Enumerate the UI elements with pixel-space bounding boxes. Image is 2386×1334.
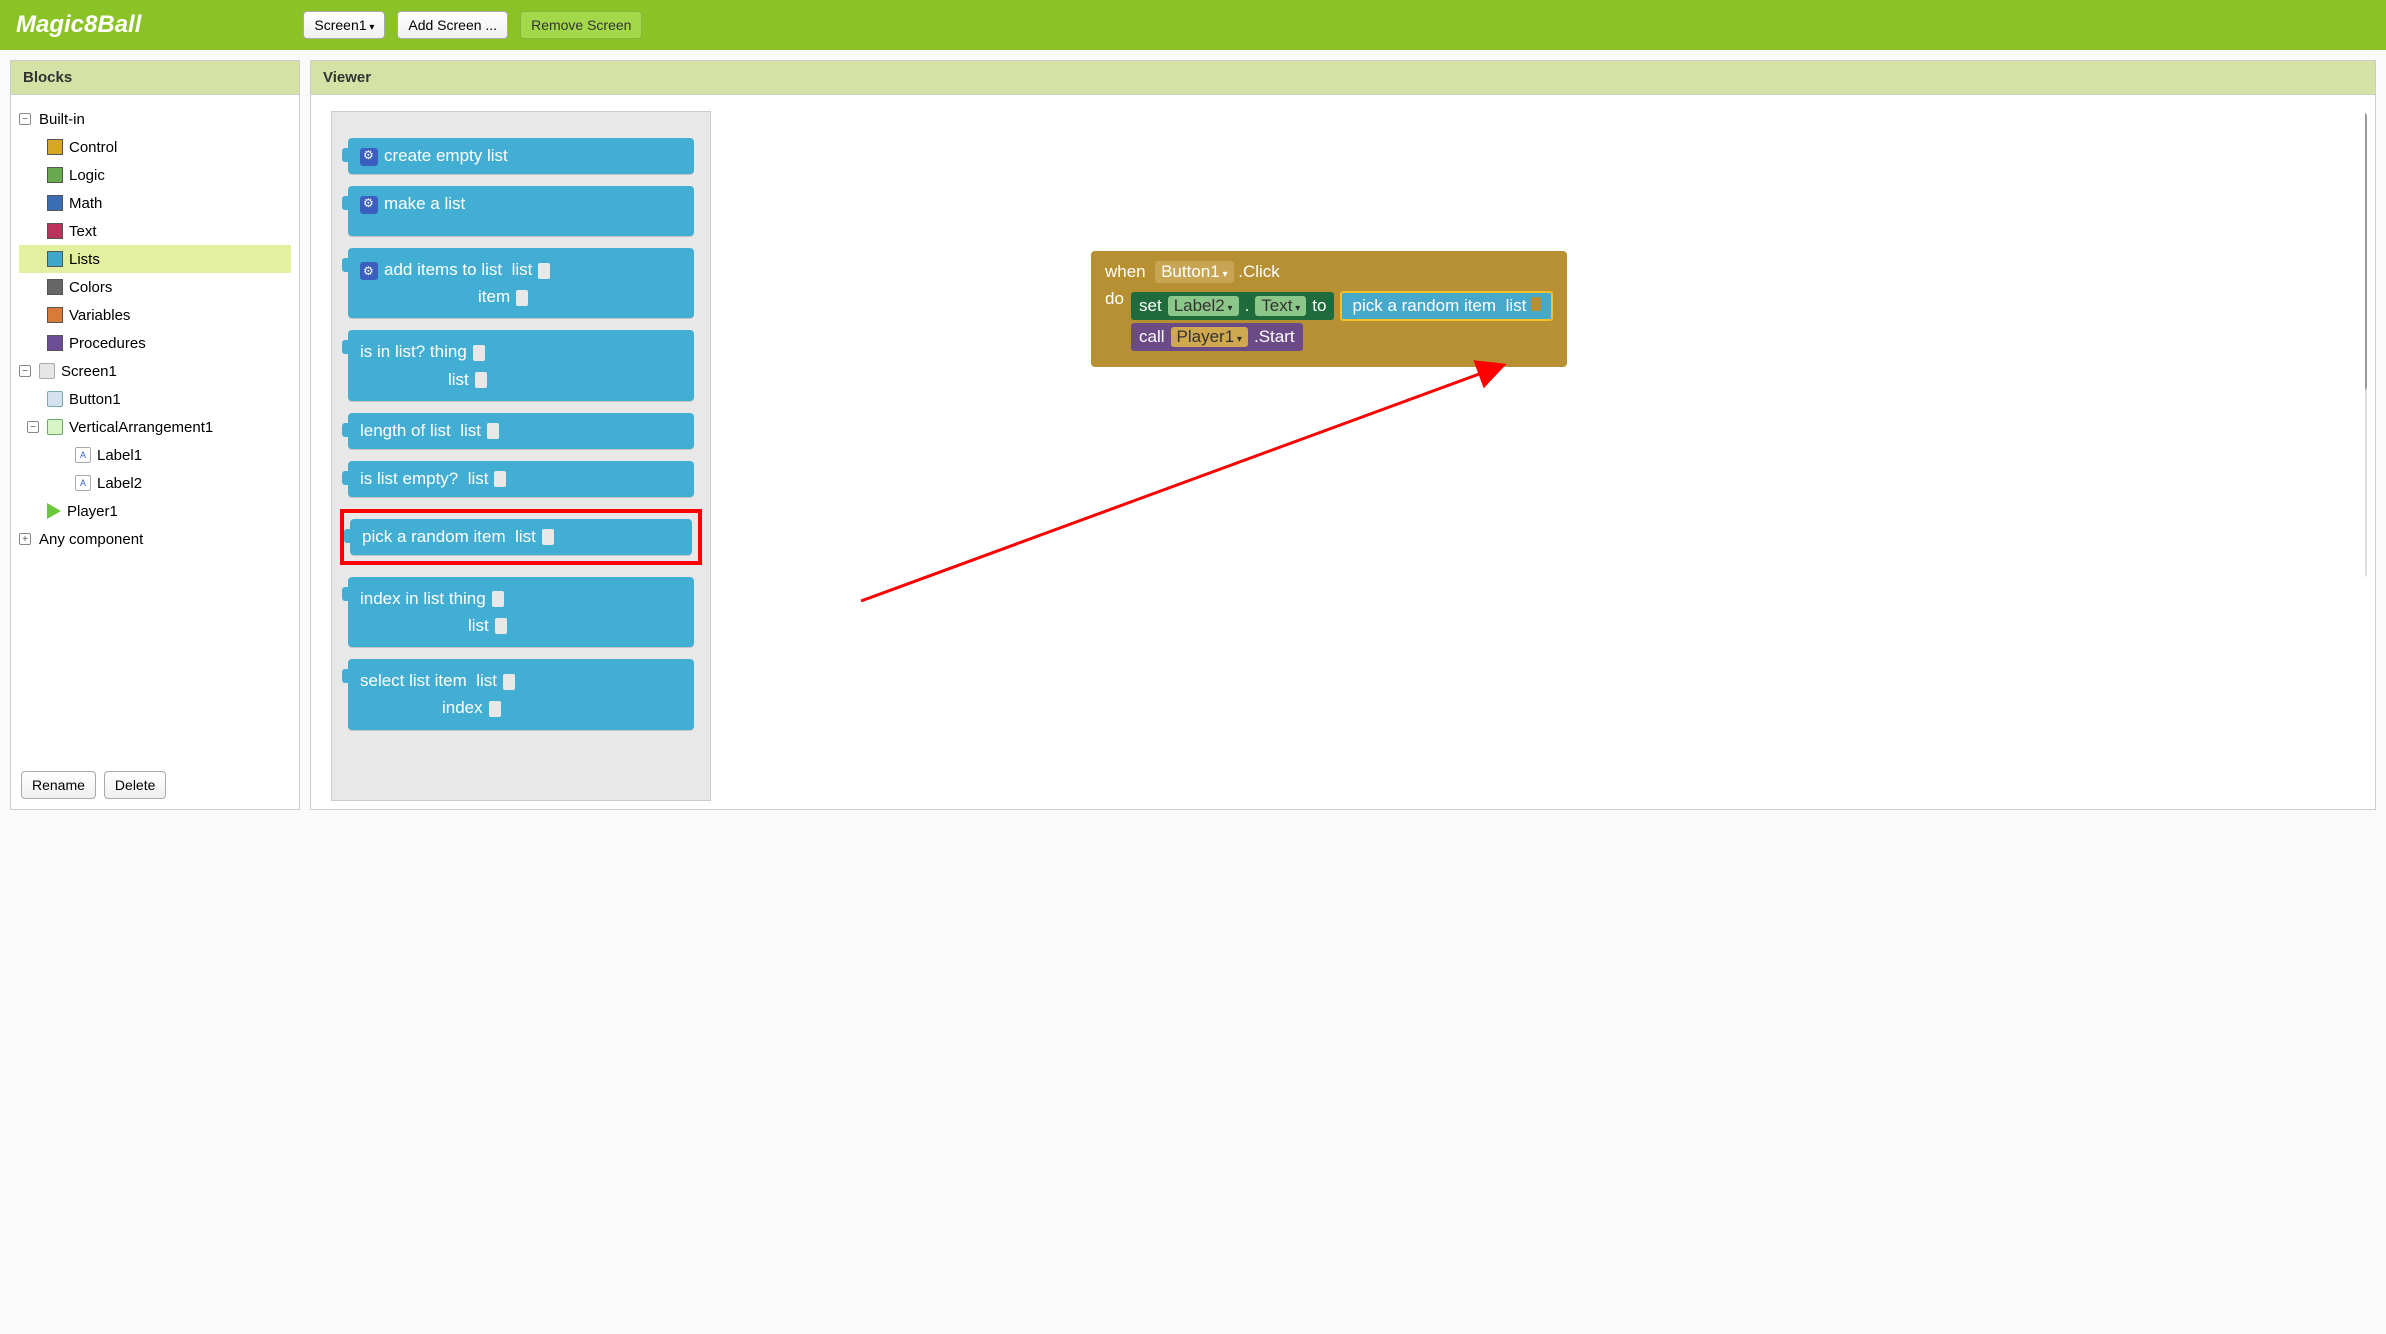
tree-any-component[interactable]: +Any component [19,525,291,553]
text-icon [47,223,63,239]
block-select-list-item[interactable]: select list item listindex [348,659,694,729]
add-screen-button[interactable]: Add Screen ... [397,11,508,39]
tree-variables[interactable]: Variables [19,301,291,329]
block-palette: create empty list make a list add items … [331,111,711,801]
expand-icon[interactable]: + [19,533,31,545]
tree-builtin[interactable]: −Built-in [19,105,291,133]
control-icon [47,139,63,155]
viewer-panel-header: Viewer [311,61,2375,95]
lists-icon [47,251,63,267]
label-icon: A [75,475,91,491]
play-icon [47,503,61,519]
tree-procedures[interactable]: Procedures [19,329,291,357]
collapse-icon[interactable]: − [19,365,31,377]
component-dropdown[interactable]: Button1 [1155,261,1233,283]
pick-random-item-block[interactable]: pick a random item list [1340,291,1553,321]
block-is-in-list[interactable]: is in list? thinglist [348,330,694,400]
arrangement-icon [47,419,63,435]
blocks-canvas[interactable]: when Button1 .Click do set Label2. Text … [731,111,2365,801]
tree-colors[interactable]: Colors [19,273,291,301]
collapse-icon[interactable]: − [27,421,39,433]
tree-text[interactable]: Text [19,217,291,245]
highlight-box: pick a random item list [340,509,702,565]
tree-control[interactable]: Control [19,133,291,161]
block-index-in-list[interactable]: index in list thinglist [348,577,694,647]
do-label: do [1105,289,1131,353]
tree-player1[interactable]: Player1 [19,497,291,525]
blocks-tree: −Built-in Control Logic Math Text Lists … [11,95,299,761]
call-player-start-block[interactable]: call Player1 .Start [1131,323,1303,351]
variables-icon [47,307,63,323]
collapse-icon[interactable]: − [19,113,31,125]
page-title: Magic8Ball [16,11,141,39]
logic-icon [47,167,63,183]
delete-button[interactable]: Delete [104,771,166,799]
tree-screen1[interactable]: −Screen1 [19,357,291,385]
gear-icon [360,196,378,214]
block-is-list-empty[interactable]: is list empty? list [348,461,694,497]
label-icon: A [75,447,91,463]
when-button-click-block[interactable]: when Button1 .Click do set Label2. Text … [1091,251,1567,367]
blocks-panel-header: Blocks [11,61,299,95]
property-dropdown[interactable]: Text [1255,296,1306,316]
block-pick-random-item[interactable]: pick a random item list [350,519,692,555]
component-dropdown[interactable]: Player1 [1171,327,1248,347]
remove-screen-button[interactable]: Remove Screen [520,11,642,39]
tree-button1[interactable]: Button1 [19,385,291,413]
component-dropdown[interactable]: Label2 [1168,296,1239,316]
colors-icon [47,279,63,295]
top-toolbar: Magic8Ball Screen1 Add Screen ... Remove… [0,0,2386,50]
tree-label2[interactable]: ALabel2 [19,469,291,497]
rename-button[interactable]: Rename [21,771,96,799]
screen-icon [39,363,55,379]
blocks-panel: Blocks −Built-in Control Logic Math Text… [10,60,300,810]
tree-math[interactable]: Math [19,189,291,217]
block-length-of-list[interactable]: length of list list [348,413,694,449]
tree-logic[interactable]: Logic [19,161,291,189]
block-add-items-to-list[interactable]: add items to list listitem [348,248,694,318]
annotation-arrow [731,111,2365,801]
block-create-empty-list[interactable]: create empty list [348,138,694,174]
screen-selector[interactable]: Screen1 [303,11,385,39]
gear-icon [360,262,378,280]
button-icon [47,391,63,407]
math-icon [47,195,63,211]
tree-label1[interactable]: ALabel1 [19,441,291,469]
block-make-a-list[interactable]: make a list [348,186,694,236]
procedures-icon [47,335,63,351]
tree-lists[interactable]: Lists [19,245,291,273]
tree-vertical-arrangement[interactable]: −VerticalArrangement1 [19,413,291,441]
set-label-text-block[interactable]: set Label2. Text to [1131,292,1334,320]
viewer-panel: Viewer create empty list make a list add… [310,60,2376,810]
gear-icon [360,148,378,166]
